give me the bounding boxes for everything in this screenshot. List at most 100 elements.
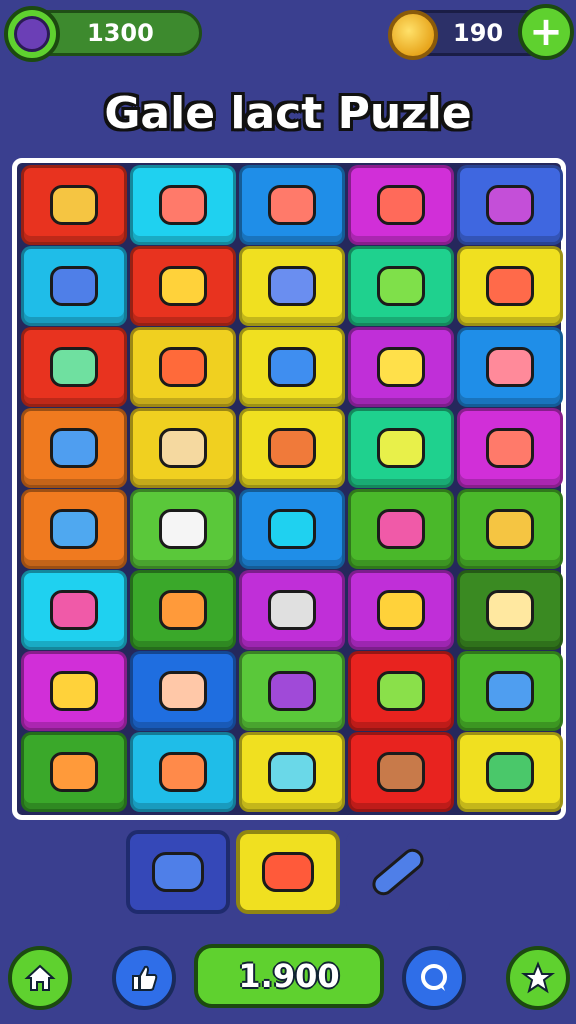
bear-icon [159, 428, 207, 468]
puzzle-tile[interactable] [130, 246, 236, 326]
virus-icon [159, 671, 207, 711]
plus-icon: + [529, 9, 563, 55]
puzzle-tile[interactable] [348, 651, 454, 731]
puzzle-tile[interactable] [21, 165, 127, 245]
puzzle-tile[interactable] [21, 489, 127, 569]
sun-icon [159, 347, 207, 387]
thumbs-up-icon [132, 965, 158, 991]
pinecone-icon [268, 428, 316, 468]
puzzle-tile[interactable] [457, 489, 563, 569]
add-coins-button[interactable]: + [518, 4, 574, 60]
puzzle-tile[interactable] [457, 651, 563, 731]
puzzle-tile[interactable] [348, 327, 454, 407]
carrot-icon [50, 752, 98, 792]
face-icon [377, 752, 425, 792]
ring-icon [268, 509, 316, 549]
puzzle-tile[interactable] [21, 732, 127, 812]
puzzle-tile[interactable] [239, 165, 345, 245]
puzzle-tile[interactable] [457, 246, 563, 326]
bag-icon [486, 185, 534, 225]
ruler-icon [377, 671, 425, 711]
heart-icon [159, 185, 207, 225]
puzzle-tile[interactable] [348, 246, 454, 326]
apple-icon [377, 185, 425, 225]
puzzle-tile[interactable] [130, 489, 236, 569]
fish-icon [50, 428, 98, 468]
chat-button[interactable] [402, 946, 466, 1010]
tray-piece[interactable] [236, 830, 340, 914]
puzzle-tile[interactable] [239, 327, 345, 407]
like-button[interactable] [112, 946, 176, 1010]
puzzle-tile[interactable] [348, 165, 454, 245]
puzzle-tile[interactable] [239, 408, 345, 488]
pen-icon [50, 266, 98, 306]
star-icon [486, 590, 534, 630]
lollipop-icon [50, 671, 98, 711]
frog-icon [377, 266, 425, 306]
puzzle-tile[interactable] [130, 327, 236, 407]
chat-icon [421, 964, 447, 991]
puzzle-tile[interactable] [457, 327, 563, 407]
puzzle-tile[interactable] [130, 165, 236, 245]
leaf-icon [50, 509, 98, 549]
puzzle-tile[interactable] [457, 408, 563, 488]
top-bar: 1300 190 + [0, 0, 576, 80]
puzzle-tile[interactable] [457, 570, 563, 650]
puzzle-tile[interactable] [239, 570, 345, 650]
coin-icon [388, 10, 438, 60]
piece-tray [0, 828, 576, 918]
puzzle-tile[interactable] [457, 732, 563, 812]
star-wand-icon [377, 347, 425, 387]
puzzle-tile[interactable] [21, 651, 127, 731]
map-icon [268, 752, 316, 792]
puzzle-tile[interactable] [348, 732, 454, 812]
puzzle-tile[interactable] [239, 732, 345, 812]
blob-icon [50, 347, 98, 387]
tile-grid [21, 165, 563, 812]
home-button[interactable] [8, 946, 72, 1010]
puzzle-tile[interactable] [130, 408, 236, 488]
puzzle-tile[interactable] [130, 732, 236, 812]
puzzle-tile[interactable] [239, 489, 345, 569]
favorites-button[interactable] [506, 946, 570, 1010]
puzzle-tile[interactable] [239, 651, 345, 731]
tube-icon [268, 347, 316, 387]
puzzle-tile[interactable] [21, 408, 127, 488]
popsicle-icon [377, 509, 425, 549]
tray-piece[interactable] [126, 830, 230, 914]
score-display: 1.900 [194, 944, 384, 1008]
candy-icon [50, 185, 98, 225]
puzzle-board [12, 158, 566, 820]
bottom-bar: 1.900 [0, 940, 576, 1024]
heart-icon [486, 428, 534, 468]
heart-icon [268, 185, 316, 225]
keyhole-icon [377, 590, 425, 630]
puzzle-tile[interactable] [348, 570, 454, 650]
score-value: 1.900 [238, 957, 340, 995]
magnifier-icon [159, 509, 207, 549]
ticket-icon [268, 266, 316, 306]
puzzle-tile[interactable] [21, 246, 127, 326]
monster-icon [159, 266, 207, 306]
star-icon [521, 961, 555, 994]
puzzle-tile[interactable] [239, 246, 345, 326]
puzzle-tile[interactable] [21, 327, 127, 407]
puzzle-tile[interactable] [21, 570, 127, 650]
puzzle-tile[interactable] [348, 408, 454, 488]
pencil-icon [486, 347, 534, 387]
brush-icon [268, 671, 316, 711]
bell-icon [159, 752, 207, 792]
lemon-icon [377, 428, 425, 468]
fish-icon [486, 671, 534, 711]
coins-value: 190 [453, 19, 504, 47]
candy-icon [486, 509, 534, 549]
puzzle-tile[interactable] [348, 489, 454, 569]
turtle-icon [486, 752, 534, 792]
home-icon [24, 964, 56, 991]
puzzle-tile[interactable] [130, 651, 236, 731]
gem-icon [4, 6, 60, 62]
puzzle-tile[interactable] [457, 165, 563, 245]
tray-piece[interactable] [346, 830, 450, 914]
puzzle-tile[interactable] [130, 570, 236, 650]
jar-icon [268, 590, 316, 630]
